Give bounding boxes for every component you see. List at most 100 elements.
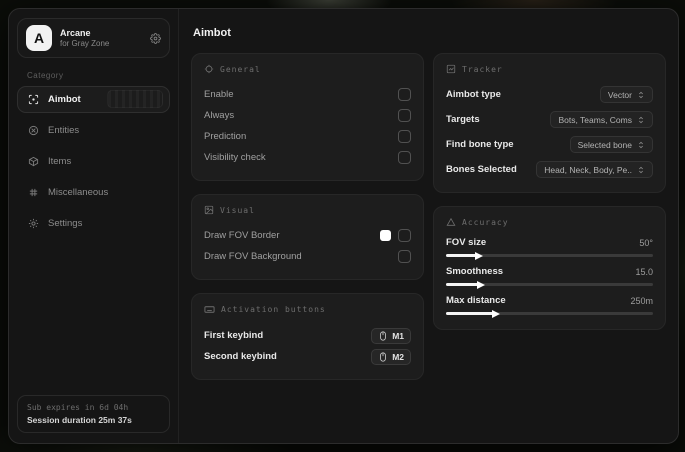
subscription-status-card: Sub expires in 6d 04h Session duration 2… bbox=[17, 395, 170, 433]
app-title: Arcane bbox=[60, 28, 91, 39]
app-subtitle: for Gray Zone bbox=[60, 38, 110, 48]
keybind-value: M1 bbox=[392, 330, 404, 341]
grid-hash-icon bbox=[28, 187, 39, 198]
always-checkbox[interactable] bbox=[398, 109, 411, 122]
chevron-up-down-icon bbox=[637, 91, 645, 99]
setting-row-second-keybind: Second keybind M2 bbox=[204, 346, 411, 367]
section-title: General bbox=[220, 64, 261, 74]
enable-checkbox[interactable] bbox=[398, 88, 411, 101]
setting-row-fov-size: FOV size 50° bbox=[446, 237, 653, 260]
activation-buttons-card: Activation buttons First keybind M1 Seco… bbox=[191, 293, 424, 380]
slider-value: 50° bbox=[639, 237, 653, 248]
sidebar: A Arcane for Gray Zone Category Aimbot E… bbox=[9, 9, 179, 443]
setting-label: Always bbox=[204, 110, 235, 121]
app-window: A Arcane for Gray Zone Category Aimbot E… bbox=[8, 8, 679, 444]
setting-row-first-keybind: First keybind M1 bbox=[204, 325, 411, 346]
mouse-icon bbox=[378, 351, 388, 362]
image-icon bbox=[204, 205, 214, 215]
session-duration-text: Session duration 25m 37s bbox=[27, 415, 132, 425]
sidebar-item-entities[interactable]: Entities bbox=[17, 117, 170, 144]
chevron-up-down-icon bbox=[637, 116, 645, 124]
setting-label: Smoothness bbox=[446, 266, 504, 277]
setting-row-enable: Enable bbox=[204, 84, 411, 105]
triangle-delta-icon bbox=[446, 217, 456, 227]
setting-label: First keybind bbox=[204, 330, 264, 341]
fov-border-color-swatch[interactable] bbox=[380, 230, 391, 241]
setting-row-visibility-check: Visibility check bbox=[204, 147, 411, 168]
find-bone-type-select[interactable]: Selected bone bbox=[569, 136, 653, 153]
select-value: Selected bone bbox=[577, 139, 632, 150]
slider-thumb-arrow[interactable] bbox=[475, 251, 484, 260]
sidebar-item-miscellaneous[interactable]: Miscellaneous bbox=[17, 179, 170, 206]
sidebar-item-aimbot[interactable]: Aimbot bbox=[17, 86, 170, 113]
max-distance-slider[interactable] bbox=[446, 309, 653, 318]
tracker-card: Tracker Aimbot type Vector Targets Bots,… bbox=[433, 53, 666, 193]
main-content: Aimbot General Enable Always Prediction … bbox=[179, 9, 678, 443]
setting-label: Bones Selected bbox=[446, 164, 517, 175]
setting-row-draw-fov-border: Draw FOV Border bbox=[204, 225, 411, 246]
setting-label: Targets bbox=[446, 114, 480, 125]
setting-label: Draw FOV Background bbox=[204, 251, 302, 262]
setting-row-smoothness: Smoothness 15.0 bbox=[446, 266, 653, 289]
setting-row-max-distance: Max distance 250m bbox=[446, 295, 653, 318]
section-title: Tracker bbox=[462, 64, 503, 74]
visibility-check-checkbox[interactable] bbox=[398, 151, 411, 164]
chevron-up-down-icon bbox=[637, 166, 645, 174]
slider-value: 15.0 bbox=[635, 266, 653, 277]
select-value: Head, Neck, Body, Pe.. bbox=[544, 164, 632, 175]
setting-label: Prediction bbox=[204, 131, 247, 142]
fov-size-slider[interactable] bbox=[446, 251, 653, 260]
sidebar-item-label: Miscellaneous bbox=[48, 187, 109, 198]
page-title: Aimbot bbox=[193, 27, 231, 39]
category-label: Category bbox=[27, 71, 64, 80]
brand-card: A Arcane for Gray Zone bbox=[17, 18, 170, 58]
slider-value: 250m bbox=[630, 295, 653, 306]
sub-expires-text: Sub expires in 6d 04h bbox=[27, 403, 129, 412]
slider-thumb-arrow[interactable] bbox=[491, 309, 500, 318]
setting-label: Draw FOV Border bbox=[204, 230, 280, 241]
first-keybind-button[interactable]: M1 bbox=[371, 327, 411, 344]
chevron-up-down-icon bbox=[637, 141, 645, 149]
aimbot-type-select[interactable]: Vector bbox=[599, 86, 653, 103]
setting-row-bones-selected: Bones Selected Head, Neck, Body, Pe.. bbox=[446, 159, 653, 180]
general-card: General Enable Always Prediction Visibil… bbox=[191, 53, 424, 181]
gear-icon[interactable] bbox=[150, 32, 161, 44]
mouse-icon bbox=[378, 330, 388, 341]
accuracy-card: Accuracy FOV size 50° Smoothness 15.0 Ma… bbox=[433, 206, 666, 330]
chart-trend-icon bbox=[446, 64, 456, 74]
smoothness-slider[interactable] bbox=[446, 280, 653, 289]
sidebar-item-label: Entities bbox=[48, 125, 80, 136]
setting-label: FOV size bbox=[446, 237, 487, 248]
right-column: Tracker Aimbot type Vector Targets Bots,… bbox=[433, 53, 666, 330]
setting-label: Max distance bbox=[446, 295, 506, 306]
crosshair-scan-icon bbox=[28, 94, 39, 105]
setting-label: Aimbot type bbox=[446, 89, 501, 100]
entity-target-icon bbox=[28, 125, 39, 136]
setting-row-prediction: Prediction bbox=[204, 126, 411, 147]
slider-thumb-arrow[interactable] bbox=[477, 280, 486, 289]
setting-row-targets: Targets Bots, Teams, Coms bbox=[446, 109, 653, 130]
keybind-value: M2 bbox=[392, 351, 404, 362]
select-value: Bots, Teams, Coms bbox=[558, 114, 632, 125]
sidebar-item-label: Aimbot bbox=[48, 94, 81, 105]
setting-row-find-bone-type: Find bone type Selected bone bbox=[446, 134, 653, 155]
app-logo: A bbox=[26, 25, 52, 51]
setting-label: Enable bbox=[204, 89, 234, 100]
setting-label: Second keybind bbox=[204, 351, 277, 362]
setting-row-draw-fov-background: Draw FOV Background bbox=[204, 246, 411, 267]
bones-selected-select[interactable]: Head, Neck, Body, Pe.. bbox=[536, 161, 653, 178]
setting-label: Visibility check bbox=[204, 152, 266, 163]
crosshair-icon bbox=[204, 64, 214, 74]
setting-row-always: Always bbox=[204, 105, 411, 126]
targets-select[interactable]: Bots, Teams, Coms bbox=[550, 111, 653, 128]
sidebar-item-items[interactable]: Items bbox=[17, 148, 170, 175]
sidebar-item-settings[interactable]: Settings bbox=[17, 210, 170, 237]
left-column: General Enable Always Prediction Visibil… bbox=[191, 53, 424, 380]
sidebar-item-label: Settings bbox=[48, 218, 83, 229]
second-keybind-button[interactable]: M2 bbox=[371, 348, 411, 365]
sidebar-item-label: Items bbox=[48, 156, 72, 167]
setting-row-aimbot-type: Aimbot type Vector bbox=[446, 84, 653, 105]
prediction-checkbox[interactable] bbox=[398, 130, 411, 143]
draw-fov-border-checkbox[interactable] bbox=[398, 229, 411, 242]
draw-fov-background-checkbox[interactable] bbox=[398, 250, 411, 263]
